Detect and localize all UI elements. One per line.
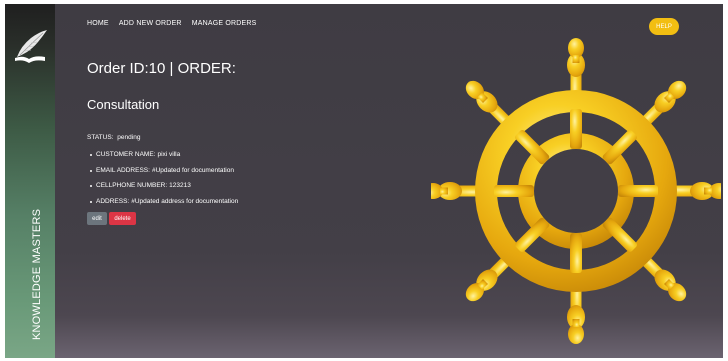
status-label: STATUS: bbox=[87, 134, 114, 141]
nav-add-order[interactable]: ADD NEW ORDER bbox=[119, 20, 182, 27]
order-actions: edit delete bbox=[87, 212, 136, 225]
detail-value: #Updated for documentation bbox=[151, 166, 234, 174]
detail-value: pixi villa bbox=[157, 151, 181, 158]
nav-manage-orders[interactable]: MANAGE ORDERS bbox=[192, 20, 257, 27]
detail-value: 123213 bbox=[169, 182, 191, 189]
detail-label: ADDRESS: bbox=[96, 197, 130, 205]
detail-address: ADDRESS: #Updated address for documentati… bbox=[87, 197, 238, 213]
detail-cellphone-number: CELLPHONE NUMBER: 123213 bbox=[87, 181, 238, 197]
app-frame: KNOWLEDGE MASTERS HOME ADD NEW ORDER MAN… bbox=[5, 4, 723, 358]
detail-value: #Updated address for documentation bbox=[131, 197, 239, 205]
order-type: Consultation bbox=[87, 97, 160, 112]
delete-button[interactable]: delete bbox=[109, 212, 136, 225]
brand-name: KNOWLEDGE MASTERS bbox=[31, 208, 43, 340]
detail-label: EMAIL ADDRESS: bbox=[96, 166, 150, 174]
order-status: STATUS: pending bbox=[87, 134, 140, 141]
detail-email-address: EMAIL ADDRESS: #Updated for documentation bbox=[87, 166, 238, 182]
sidebar: KNOWLEDGE MASTERS bbox=[5, 4, 55, 358]
order-title: Order ID:10 | ORDER: bbox=[87, 60, 236, 77]
status-value: pending bbox=[117, 134, 141, 141]
ship-wheel-icon bbox=[423, 36, 723, 346]
order-details-list: CUSTOMER NAME: pixi villa EMAIL ADDRESS: #… bbox=[87, 150, 238, 212]
top-nav: HOME ADD NEW ORDER MANAGE ORDERS bbox=[87, 20, 257, 27]
edit-button[interactable]: edit bbox=[87, 212, 107, 225]
nav-home[interactable]: HOME bbox=[87, 20, 109, 27]
detail-customer-name: CUSTOMER NAME: pixi villa bbox=[87, 150, 238, 166]
help-button[interactable]: HELP bbox=[649, 18, 679, 35]
detail-label: CELLPHONE NUMBER: bbox=[96, 182, 168, 189]
detail-label: CUSTOMER NAME: bbox=[96, 151, 156, 158]
quill-book-icon[interactable] bbox=[7, 24, 53, 70]
